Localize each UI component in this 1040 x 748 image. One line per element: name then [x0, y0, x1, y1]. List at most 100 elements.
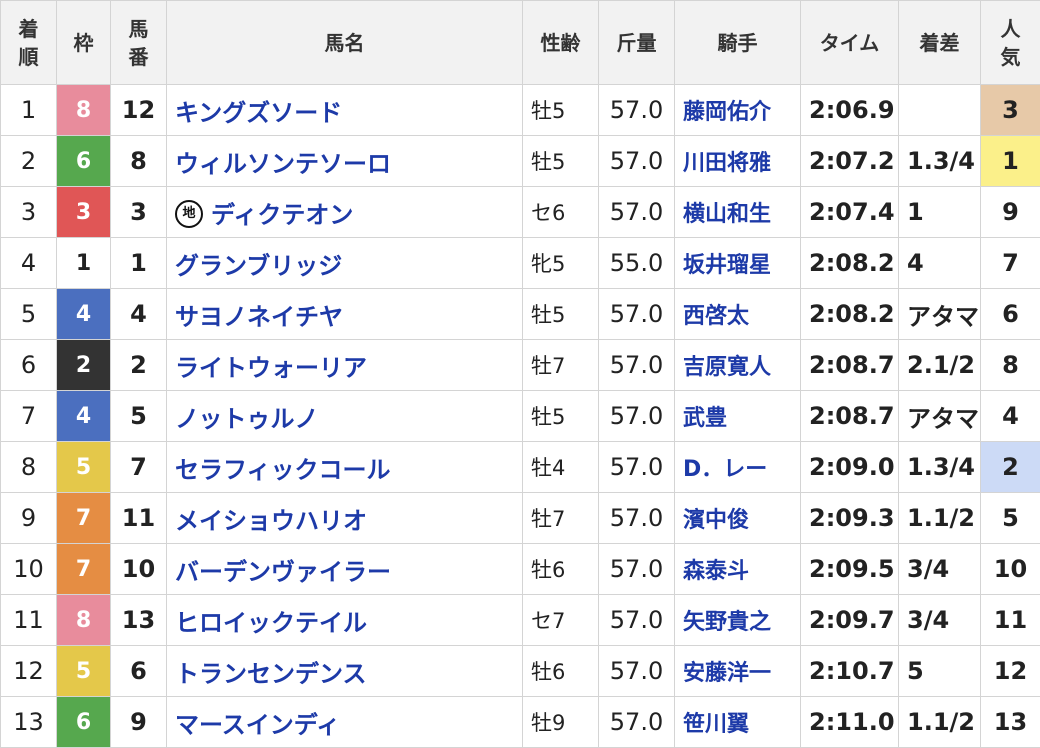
jockey-name[interactable]: 濱中俊: [683, 508, 749, 533]
sex-age-cell: 牡5: [523, 391, 599, 442]
horse-name-cell: ヒロイックテイル: [167, 595, 523, 646]
rank-cell: 4: [1, 238, 57, 289]
jockey-cell: 矢野貴之: [675, 595, 801, 646]
jockey-name[interactable]: 矢野貴之: [683, 610, 771, 635]
jockey-name[interactable]: D．レー: [683, 457, 767, 482]
jockey-name[interactable]: 安藤洋一: [683, 661, 771, 686]
horse-name[interactable]: ヒロイックテイル: [175, 609, 367, 637]
jockey-name[interactable]: 武豊: [683, 406, 727, 431]
horse-name[interactable]: ノットゥルノ: [175, 405, 319, 433]
jockey-cell: 川田将雅: [675, 136, 801, 187]
horse-name[interactable]: ライトウォーリア: [175, 354, 367, 382]
jockey-cell: 吉原寛人: [675, 340, 801, 391]
rank-cell: 11: [1, 595, 57, 646]
number-cell: 8: [111, 136, 167, 187]
number-cell: 11: [111, 493, 167, 544]
table-row: 622ライトウォーリア牡757.0吉原寛人2:08.72.1/28: [1, 340, 1040, 391]
jockey-name[interactable]: 森泰斗: [683, 559, 749, 584]
margin-cell: 4: [899, 238, 981, 289]
number-cell: 6: [111, 646, 167, 697]
frame-cell: 6: [57, 697, 111, 748]
jockey-cell: 横山和生: [675, 187, 801, 238]
rank-cell: 9: [1, 493, 57, 544]
header-number: 馬番: [111, 1, 167, 85]
jockey-name[interactable]: 西啓太: [683, 304, 749, 329]
sex-age-cell: 牝5: [523, 238, 599, 289]
time-cell: 2:09.0: [801, 442, 899, 493]
margin-cell: 1.3/4: [899, 136, 981, 187]
horse-name-cell: ライトウォーリア: [167, 340, 523, 391]
time-cell: 2:07.4: [801, 187, 899, 238]
weight-cell: 57.0: [599, 595, 675, 646]
header-margin: 着差: [899, 1, 981, 85]
margin-cell: 1.3/4: [899, 442, 981, 493]
margin-cell: 5: [899, 646, 981, 697]
rank-cell: 5: [1, 289, 57, 340]
number-cell: 9: [111, 697, 167, 748]
frame-cell: 7: [57, 493, 111, 544]
weight-cell: 57.0: [599, 136, 675, 187]
jockey-name[interactable]: 吉原寛人: [683, 355, 771, 380]
weight-cell: 57.0: [599, 85, 675, 136]
table-row: 333地ディクテオンセ657.0横山和生2:07.419: [1, 187, 1040, 238]
sex-age-cell: 牡7: [523, 340, 599, 391]
sex-age-cell: セ6: [523, 187, 599, 238]
number-cell: 13: [111, 595, 167, 646]
horse-name-cell: メイショウハリオ: [167, 493, 523, 544]
weight-cell: 57.0: [599, 442, 675, 493]
frame-cell: 5: [57, 442, 111, 493]
number-cell: 1: [111, 238, 167, 289]
jockey-name[interactable]: 笹川翼: [683, 712, 749, 737]
horse-name[interactable]: セラフィックコール: [175, 456, 391, 484]
horse-name[interactable]: グランブリッジ: [175, 252, 342, 280]
header-popularity: 人気: [981, 1, 1040, 85]
popularity-cell: 4: [981, 391, 1040, 442]
horse-name[interactable]: ディクテオン: [211, 201, 353, 229]
horse-name[interactable]: バーデンヴァイラー: [175, 558, 391, 586]
time-cell: 2:06.9: [801, 85, 899, 136]
sex-age-cell: 牡4: [523, 442, 599, 493]
jockey-cell: 笹川翼: [675, 697, 801, 748]
margin-cell: [899, 85, 981, 136]
sex-age-cell: 牡6: [523, 544, 599, 595]
time-cell: 2:09.5: [801, 544, 899, 595]
sex-age-cell: セ7: [523, 595, 599, 646]
table-row: 11813ヒロイックテイルセ757.0矢野貴之2:09.73/411: [1, 595, 1040, 646]
popularity-cell: 13: [981, 697, 1040, 748]
popularity-cell: 9: [981, 187, 1040, 238]
horse-name[interactable]: メイショウハリオ: [175, 507, 367, 535]
popularity-cell: 2: [981, 442, 1040, 493]
local-horse-badge: 地: [175, 200, 203, 228]
time-cell: 2:08.7: [801, 391, 899, 442]
jockey-name[interactable]: 藤岡佑介: [683, 100, 771, 125]
weight-cell: 57.0: [599, 493, 675, 544]
horse-name[interactable]: サヨノネイチヤ: [175, 303, 343, 331]
jockey-name[interactable]: 横山和生: [683, 202, 771, 227]
header-sex-age: 性齢: [523, 1, 599, 85]
popularity-cell: 5: [981, 493, 1040, 544]
horse-name[interactable]: マースインディ: [175, 711, 340, 739]
popularity-cell: 10: [981, 544, 1040, 595]
frame-cell: 2: [57, 340, 111, 391]
weight-cell: 57.0: [599, 340, 675, 391]
table-row: 1256トランセンデンス牡657.0安藤洋一2:10.7512: [1, 646, 1040, 697]
horse-name-cell: ノットゥルノ: [167, 391, 523, 442]
time-cell: 2:08.2: [801, 238, 899, 289]
horse-name[interactable]: キングズソード: [175, 99, 342, 127]
table-row: 268ウィルソンテソーロ牡557.0川田将雅2:07.21.3/41: [1, 136, 1040, 187]
jockey-name[interactable]: 坂井瑠星: [683, 253, 771, 278]
table-row: 411グランブリッジ牝555.0坂井瑠星2:08.247: [1, 238, 1040, 289]
weight-cell: 57.0: [599, 289, 675, 340]
horse-name[interactable]: ウィルソンテソーロ: [175, 150, 391, 178]
jockey-name[interactable]: 川田将雅: [683, 151, 771, 176]
rank-cell: 6: [1, 340, 57, 391]
header-weight: 斤量: [599, 1, 675, 85]
sex-age-cell: 牡5: [523, 289, 599, 340]
margin-cell: 1.1/2: [899, 493, 981, 544]
horse-name-cell: マースインディ: [167, 697, 523, 748]
jockey-cell: 武豊: [675, 391, 801, 442]
horse-name[interactable]: トランセンデンス: [175, 660, 367, 688]
frame-cell: 8: [57, 85, 111, 136]
sex-age-cell: 牡7: [523, 493, 599, 544]
frame-cell: 1: [57, 238, 111, 289]
